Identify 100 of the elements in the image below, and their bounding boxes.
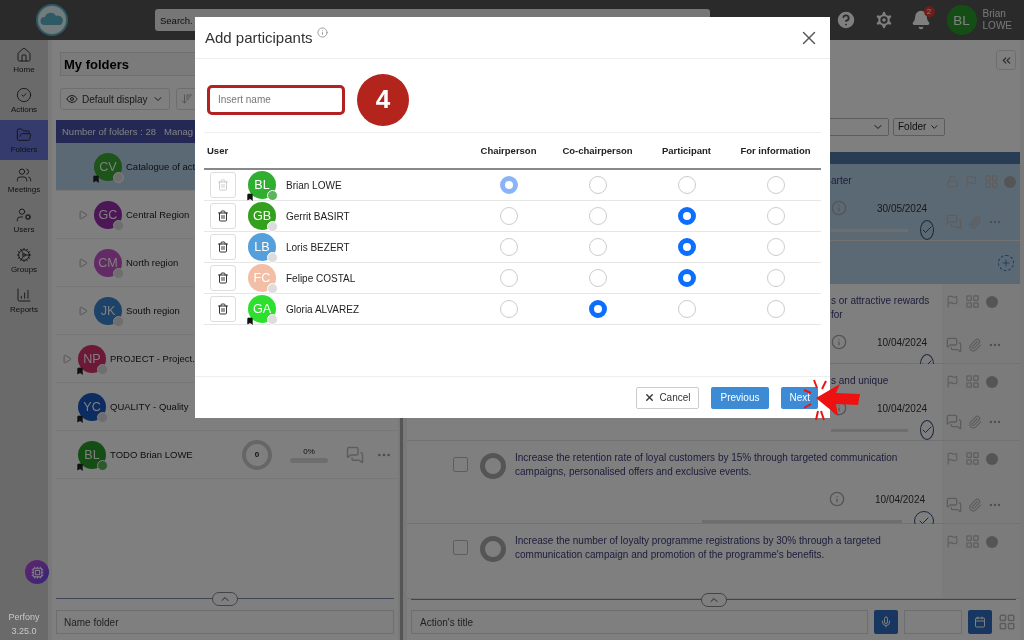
role-radio[interactable]: [766, 300, 785, 318]
comments-icon[interactable]: [946, 414, 962, 431]
grid-icon[interactable]: [965, 294, 980, 310]
display-dropdown[interactable]: Default display: [60, 88, 170, 110]
avatar: GA: [248, 295, 276, 323]
role-radio[interactable]: [677, 207, 696, 225]
gear-icon: [16, 246, 32, 263]
panel-handle[interactable]: [700, 593, 727, 608]
nav-item[interactable]: Folders: [0, 120, 48, 160]
info-icon[interactable]: [829, 491, 845, 508]
expand-icon[interactable]: [78, 257, 88, 268]
bar-chart-icon: [16, 286, 32, 303]
role-radio[interactable]: [766, 269, 785, 287]
attachment-icon[interactable]: [968, 498, 982, 513]
role-radio[interactable]: [588, 300, 607, 318]
flag-icon[interactable]: [946, 295, 959, 309]
previous-button[interactable]: Previous: [710, 386, 770, 409]
trash-icon: [217, 303, 229, 315]
role-radio[interactable]: [588, 269, 607, 287]
action-row[interactable]: Increase the retention rate of loyal customers by 15% through targeted communication campaigns, personalised offers and exclusive events. 10/04/2024: [407, 441, 1020, 525]
user-avatar[interactable]: BL: [946, 5, 977, 35]
ai-assistant-button[interactable]: [25, 560, 49, 584]
name-search-field[interactable]: Insert name: [207, 84, 345, 115]
delete-button[interactable]: [210, 203, 236, 229]
expand-icon[interactable]: [78, 305, 88, 316]
trash-icon: [217, 241, 229, 253]
search-input[interactable]: Search.: [155, 9, 710, 31]
role-radio[interactable]: [499, 238, 518, 256]
home-icon: [16, 46, 32, 63]
role-radio[interactable]: [499, 176, 518, 194]
folder-filter-dropdown[interactable]: Folder: [893, 117, 945, 136]
attachment-icon[interactable]: [968, 415, 982, 430]
role-radio[interactable]: [588, 176, 607, 194]
progress-percent: 0%: [303, 446, 315, 456]
delete-button[interactable]: [210, 234, 236, 260]
info-icon[interactable]: [831, 334, 847, 351]
action-date: 10/04/2024: [875, 493, 926, 505]
role-radio[interactable]: [766, 176, 785, 194]
expand-icon[interactable]: [62, 353, 72, 364]
grid-icon[interactable]: [983, 174, 999, 190]
expand-icon[interactable]: [78, 209, 88, 220]
nav-item[interactable]: Groups: [0, 240, 48, 280]
role-radio[interactable]: [677, 176, 696, 194]
role-radio[interactable]: [588, 238, 607, 256]
action-row[interactable]: Increase the number of loyalty programme registrations by 30% through a targeted communication campaign and promotion of the programme's benefits.: [407, 524, 1020, 600]
calendar-button[interactable]: [968, 610, 992, 634]
cancel-button[interactable]: Cancel: [636, 386, 699, 409]
flag-icon[interactable]: [946, 535, 959, 549]
x-icon: [644, 392, 656, 403]
role-radio[interactable]: [499, 207, 518, 225]
avatar: GB: [248, 202, 276, 230]
comments-icon[interactable]: [346, 445, 364, 464]
role-radio[interactable]: [766, 238, 785, 256]
role-radio[interactable]: [677, 300, 696, 318]
role-radio[interactable]: [677, 269, 696, 287]
role-radio[interactable]: [499, 269, 518, 287]
participant-name: Felipe COSTAL: [286, 272, 356, 284]
info-icon[interactable]: [316, 27, 328, 38]
cloud-logo-icon[interactable]: [36, 4, 68, 36]
attachment-icon[interactable]: [968, 215, 982, 230]
role-radio[interactable]: [588, 207, 607, 225]
grid-icon[interactable]: [965, 451, 980, 467]
nav-item[interactable]: Users: [0, 200, 48, 240]
collapse-button[interactable]: [996, 50, 1016, 70]
action-title: Increase the number of loyalty programme registrations by 30% through a targeted communication campaign and promotion of the programme's benefits.: [515, 534, 882, 563]
progress-ring: 0: [242, 439, 272, 470]
role-radio[interactable]: [499, 300, 518, 318]
role-radio[interactable]: [766, 207, 785, 225]
grid-icon[interactable]: [965, 534, 980, 550]
manage-link[interactable]: Manag: [164, 126, 194, 137]
comments-icon[interactable]: [946, 337, 962, 354]
next-button[interactable]: Next: [781, 386, 818, 409]
checkbox[interactable]: [453, 540, 468, 556]
avatar: NP: [78, 344, 106, 373]
nav-item[interactable]: Home: [0, 40, 48, 80]
comments-icon[interactable]: [946, 214, 962, 231]
delete-button[interactable]: [210, 265, 236, 291]
action-title-field[interactable]: Action's title: [411, 610, 868, 634]
status-dot: [986, 535, 998, 548]
comments-icon[interactable]: [946, 497, 962, 514]
grid-icon[interactable]: [965, 374, 980, 390]
panel-handle[interactable]: [212, 592, 238, 606]
status-dot: [1004, 175, 1016, 188]
nav-item[interactable]: Meetings: [0, 160, 48, 200]
microphone-button[interactable]: [874, 610, 898, 634]
info-icon[interactable]: [831, 200, 847, 217]
help-icon[interactable]: [834, 9, 857, 31]
nav-item[interactable]: Reports: [0, 280, 48, 320]
participant-name: Loris BEZERT: [286, 241, 350, 253]
folder-name-field[interactable]: Name folder: [56, 610, 394, 634]
attachment-icon[interactable]: [968, 338, 982, 353]
flag-icon[interactable]: [964, 175, 978, 189]
role-radio[interactable]: [677, 238, 696, 256]
user-name: Brian LOWE: [982, 8, 1012, 32]
grid-icon[interactable]: [998, 613, 1016, 631]
checkbox[interactable]: [453, 457, 468, 473]
flag-icon[interactable]: [946, 375, 959, 389]
delete-button[interactable]: [210, 296, 236, 322]
flag-icon[interactable]: [946, 452, 959, 466]
nav-item[interactable]: Actions: [0, 80, 48, 120]
